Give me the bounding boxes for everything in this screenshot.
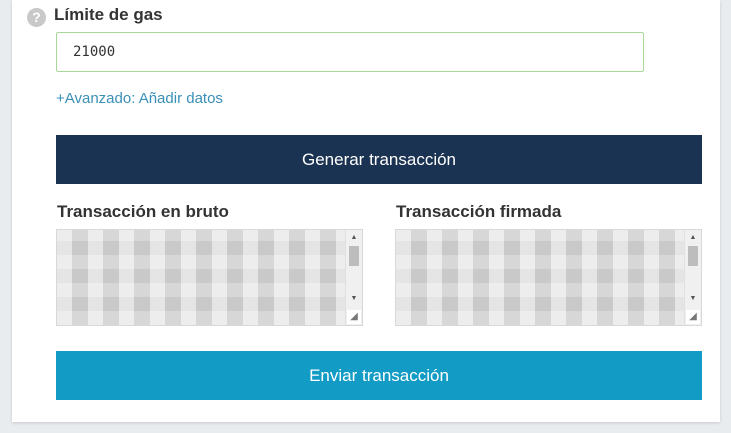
signed-transaction-box: ▲ ▼ ◢ [395, 229, 702, 326]
resize-grip-icon[interactable]: ◢ [686, 310, 700, 324]
signed-transaction-label: Transacción firmada [396, 202, 562, 221]
scroll-thumb[interactable] [688, 246, 698, 266]
help-icon[interactable]: ? [27, 8, 46, 27]
scroll-thumb[interactable] [349, 246, 359, 266]
send-transaction-button[interactable]: Enviar transacción [56, 351, 702, 400]
generate-transaction-button[interactable]: Generar transacción [56, 135, 702, 184]
raw-transaction-label: Transacción en bruto [57, 202, 229, 221]
raw-transaction-box: ▲ ▼ ◢ [56, 229, 363, 326]
scroll-down-icon[interactable]: ▼ [685, 293, 701, 305]
raw-transaction-textarea[interactable] [57, 230, 362, 325]
gas-limit-input[interactable] [56, 32, 644, 72]
transaction-card: ? Límite de gas +Avanzado: Añadir datos … [12, 0, 720, 422]
signed-transaction-textarea[interactable] [396, 230, 701, 325]
gas-limit-label: Límite de gas [54, 5, 163, 24]
scroll-up-icon[interactable]: ▲ [346, 232, 362, 244]
scroll-down-icon[interactable]: ▼ [346, 293, 362, 305]
scroll-up-icon[interactable]: ▲ [685, 232, 701, 244]
resize-grip-icon[interactable]: ◢ [347, 310, 361, 324]
advanced-add-data-link[interactable]: +Avanzado: Añadir datos [56, 90, 223, 107]
